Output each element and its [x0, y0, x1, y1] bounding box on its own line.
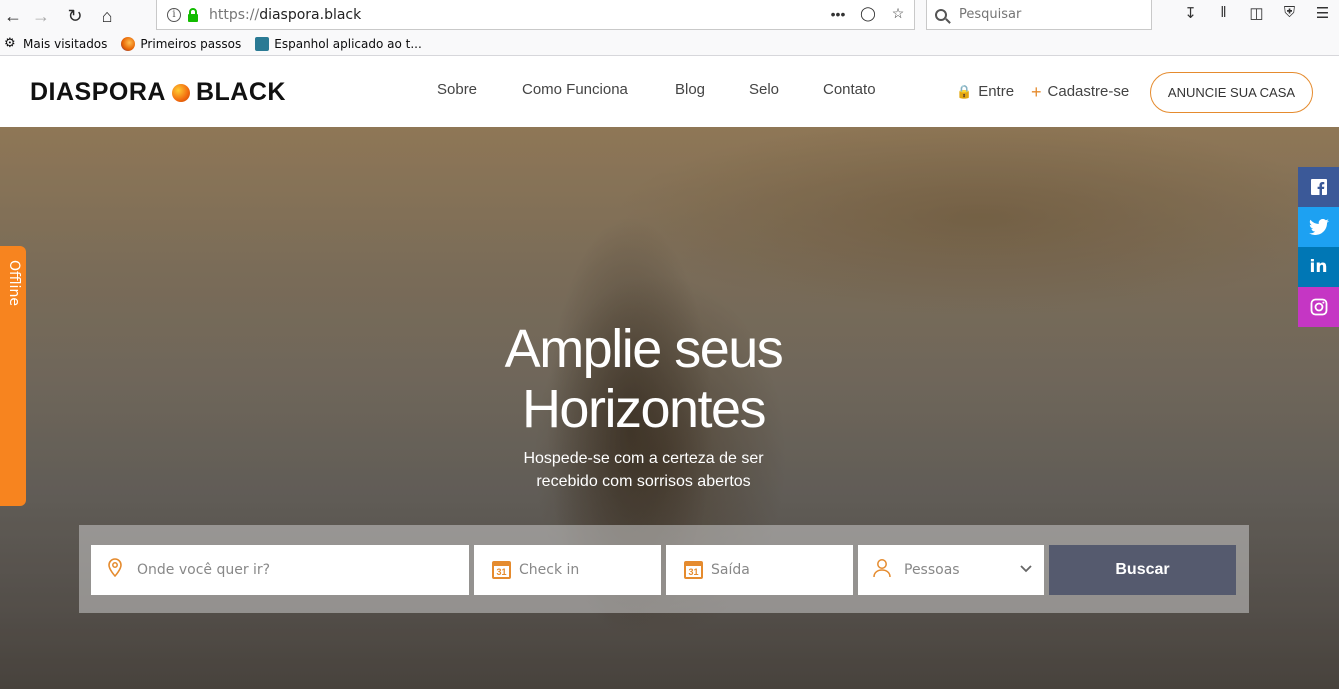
bookmark-star-icon[interactable]: ☆	[888, 5, 908, 22]
reload-icon[interactable]: ↻	[62, 3, 88, 29]
nav-blog[interactable]: Blog	[675, 81, 705, 98]
destination-input[interactable]	[137, 562, 437, 578]
bookmarks-toolbar: ⚙ Mais visitados Primeiros passos Espanh…	[0, 32, 1339, 56]
linkedin-button[interactable]: in	[1298, 247, 1339, 287]
browser-search-input[interactable]	[959, 7, 1139, 22]
nav-como-funciona[interactable]: Como Funciona	[522, 81, 628, 98]
search-panel: 31 31 Pessoas Buscar	[79, 525, 1249, 613]
shield-icon[interactable]: ⛨	[1273, 4, 1306, 22]
pocket-icon[interactable]: ◯	[858, 5, 878, 22]
info-icon[interactable]: i	[167, 7, 181, 22]
nav-selo[interactable]: Selo	[749, 81, 779, 98]
bookmark-item[interactable]: ⚙ Mais visitados	[4, 35, 107, 51]
search-button[interactable]: Buscar	[1049, 545, 1236, 595]
linkedin-icon: in	[1309, 257, 1328, 277]
anuncie-button[interactable]: ANUNCIE SUA CASA	[1150, 72, 1313, 113]
sidebar-icon[interactable]: ◫	[1240, 4, 1273, 22]
search-bar[interactable]	[926, 0, 1152, 30]
twitter-icon	[1308, 219, 1329, 235]
search-icon	[935, 8, 947, 21]
checkout-field[interactable]: 31	[666, 545, 853, 595]
chevron-down-icon	[1020, 561, 1032, 579]
browser-toolbar: ← → ↻ ⌂ i https://diaspora.black ••• ◯ ☆…	[0, 0, 1339, 32]
checkin-input[interactable]	[519, 562, 659, 578]
nav-sobre[interactable]: Sobre	[437, 81, 477, 98]
calendar-icon: 31	[492, 561, 511, 579]
location-pin-icon	[107, 557, 123, 583]
lock-icon: 🔒	[956, 83, 973, 99]
forward-icon[interactable]: →	[28, 3, 54, 29]
lock-icon	[187, 7, 199, 22]
nav-contato[interactable]: Contato	[823, 81, 876, 98]
site-header: DIASPORA BLACK Sobre Como Funciona Blog …	[0, 57, 1339, 127]
login-link[interactable]: 🔒 Entre	[956, 83, 1014, 100]
user-icon	[872, 558, 892, 583]
home-icon[interactable]: ⌂	[94, 3, 120, 29]
gear-icon: ⚙	[4, 35, 16, 51]
site-logo[interactable]: DIASPORA BLACK	[30, 78, 286, 107]
checkout-input[interactable]	[711, 562, 851, 578]
library-icon[interactable]: ‖	[1207, 4, 1240, 22]
logo-dot-icon	[171, 83, 190, 102]
twitter-button[interactable]	[1298, 207, 1339, 247]
offline-chat-tab[interactable]: Offline	[0, 246, 26, 506]
back-icon[interactable]: ←	[0, 3, 26, 29]
calendar-icon: 31	[684, 561, 703, 579]
url-text[interactable]: https://diaspora.black	[209, 7, 361, 23]
page-actions-icon[interactable]: •••	[828, 6, 848, 22]
menu-icon[interactable]: ☰	[1306, 4, 1339, 22]
hero-title: Amplie seus Horizontes	[504, 319, 784, 439]
instagram-icon	[1310, 298, 1327, 316]
plus-icon: +	[1031, 81, 1042, 102]
checkin-field[interactable]: 31	[474, 545, 661, 595]
destination-field[interactable]	[91, 545, 469, 595]
download-icon[interactable]: ↧	[1174, 4, 1207, 22]
facebook-icon	[1310, 179, 1327, 195]
bookmark-item[interactable]: Espanhol aplicado ao t...	[255, 36, 422, 51]
instagram-button[interactable]	[1298, 287, 1339, 327]
guests-select[interactable]: Pessoas	[858, 545, 1044, 595]
facebook-button[interactable]	[1298, 167, 1339, 207]
bookmark-item[interactable]: Primeiros passos	[121, 36, 241, 51]
hero-section: Amplie seus Horizontes Hospede-se com a …	[0, 127, 1339, 689]
book-icon	[255, 36, 270, 51]
address-bar[interactable]: i https://diaspora.black ••• ◯ ☆	[156, 0, 915, 30]
firefox-icon	[121, 36, 136, 51]
signup-link[interactable]: + Cadastre-se	[1031, 81, 1129, 102]
hero-subtitle: Hospede-se com a certeza de ser recebido…	[523, 450, 764, 490]
